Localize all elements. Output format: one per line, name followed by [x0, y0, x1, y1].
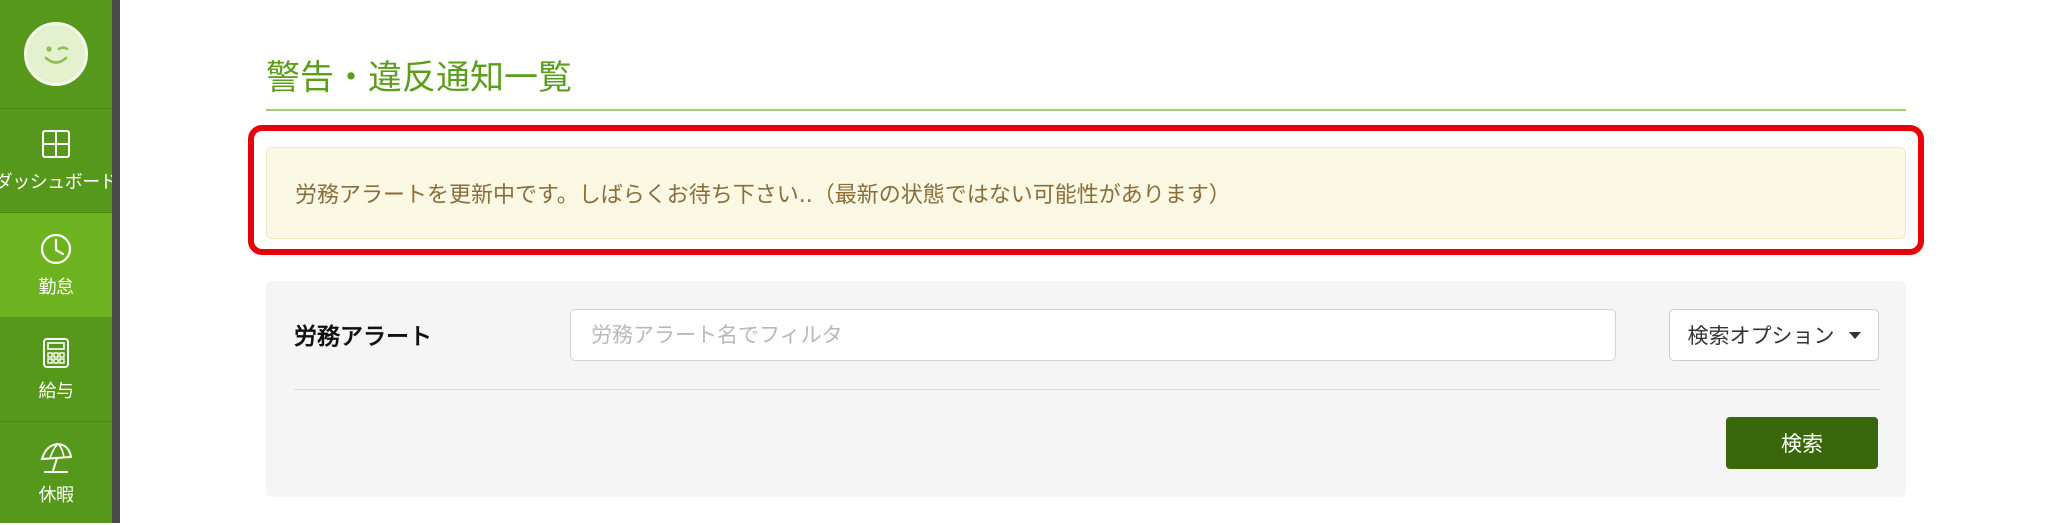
alert-highlight-box	[248, 125, 1924, 255]
sidebar-item-label: 給与	[38, 381, 75, 402]
page-title: 警告・違反通知一覧	[266, 58, 572, 98]
search-options-button[interactable]: 検索オプション	[1669, 309, 1879, 361]
filter-label: 労務アラート	[294, 324, 432, 350]
search-options-label: 検索オプション	[1687, 324, 1835, 348]
sidebar-edge	[112, 0, 120, 523]
logo-area[interactable]	[0, 0, 112, 109]
umbrella-icon	[40, 442, 73, 473]
dashboard-icon	[42, 130, 70, 158]
sidebar: ダッシュボード 勤怠 給与 休暇	[0, 0, 120, 523]
title-divider	[266, 109, 1906, 111]
clock-icon	[40, 233, 72, 265]
panel-divider	[294, 389, 1879, 390]
search-button[interactable]: 検索	[1726, 417, 1878, 469]
sidebar-item-dashboard[interactable]: ダッシュボード	[0, 108, 118, 212]
caret-down-icon	[1848, 331, 1861, 339]
alert-name-filter-input[interactable]	[570, 309, 1616, 361]
sidebar-item-label: ダッシュボード	[0, 172, 118, 193]
calculator-icon	[43, 338, 69, 368]
sidebar-item-payroll[interactable]: 給与	[0, 317, 112, 421]
sidebar-item-label: 休暇	[38, 485, 75, 506]
sidebar-item-label: 勤怠	[38, 277, 75, 298]
sidebar-item-leave[interactable]: 休暇	[0, 421, 112, 525]
filter-panel: 労務アラート 検索オプション 検索	[266, 281, 1906, 497]
search-button-label: 検索	[1781, 432, 1823, 456]
smiley-logo-icon[interactable]	[24, 22, 88, 86]
sidebar-item-attendance[interactable]: 勤怠	[0, 213, 112, 317]
